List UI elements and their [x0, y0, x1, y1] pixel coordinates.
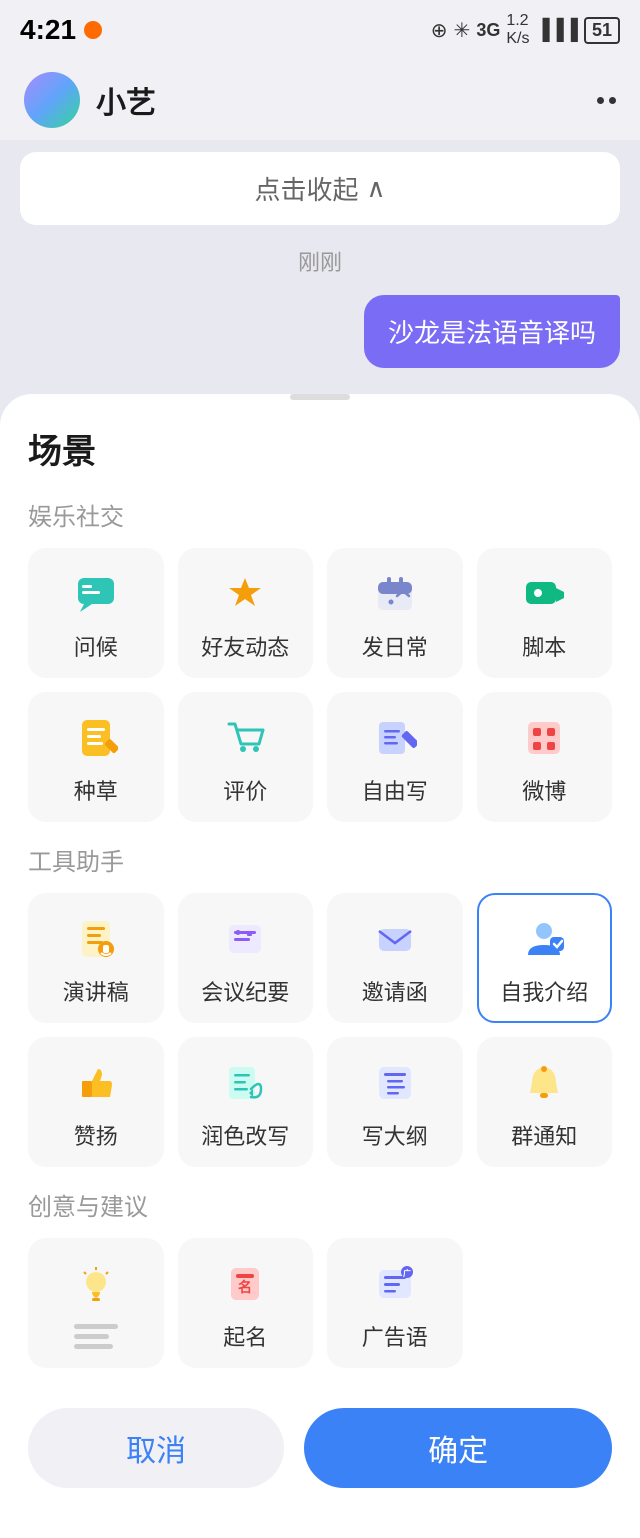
battery-icon: 51	[584, 17, 620, 44]
video-icon	[518, 568, 570, 620]
bottom-sheet: 场景 娱乐社交 问候 好友动态	[0, 394, 640, 1538]
chat-bubble-container: 沙龙是法语音译吗	[0, 285, 640, 378]
speed-icon: 1.2K/s	[506, 12, 529, 48]
meeting-icon	[219, 913, 271, 965]
time-display: 4:21	[20, 14, 76, 46]
chat-icon	[70, 568, 122, 620]
weibo-icon	[518, 712, 570, 764]
item-qiming[interactable]: 名 起名	[178, 1238, 314, 1368]
item-guanggao[interactable]: 广 广告语	[327, 1238, 463, 1368]
bell-icon	[518, 1057, 570, 1109]
calendar-icon	[369, 568, 421, 620]
item-label-ziyouxie: 自由写	[362, 774, 428, 806]
outline-icon	[369, 1057, 421, 1109]
ad-icon: 广	[369, 1258, 421, 1310]
item-label-dongtai: 好友动态	[201, 630, 289, 662]
app-header-left: 小艺	[24, 72, 156, 128]
person-icon	[518, 913, 570, 965]
item-zhongcao[interactable]: 种草	[28, 692, 164, 822]
item-label-jiaoben: 脚本	[522, 630, 566, 662]
item-dagang[interactable]: 写大纲	[327, 1037, 463, 1167]
item-label-zanyang: 赞扬	[74, 1119, 118, 1151]
creative-grid: 名 起名 广 广告语	[28, 1238, 612, 1368]
notification-dot	[84, 21, 102, 39]
status-time: 4:21	[20, 14, 102, 46]
item-zanyang[interactable]: 赞扬	[28, 1037, 164, 1167]
menu-dot-2	[609, 97, 616, 104]
status-bar: 4:21 ⊕ ✳ 3G 1.2K/s ▐▐▐ 51	[0, 0, 640, 60]
name-icon: 名	[219, 1258, 271, 1310]
collapse-button[interactable]: 点击收起 ∧	[20, 152, 620, 225]
collapse-icon: ∧	[366, 173, 385, 204]
edit-icon	[369, 712, 421, 764]
item-label-yaoqing: 邀请函	[362, 975, 428, 1007]
section-label-entertainment: 娱乐社交	[28, 497, 612, 532]
item-ziwo[interactable]: 自我介绍	[477, 893, 613, 1023]
section-label-tools: 工具助手	[28, 842, 612, 877]
item-yanjiang[interactable]: 演讲稿	[28, 893, 164, 1023]
collapse-label: 点击收起	[254, 170, 358, 207]
item-label-weibo: 微博	[522, 774, 566, 806]
item-label-dagang: 写大纲	[362, 1119, 428, 1151]
cancel-button[interactable]: 取消	[28, 1408, 284, 1488]
item-label-yanjiang: 演讲稿	[63, 975, 129, 1007]
item-wenhuo[interactable]: 问候	[28, 548, 164, 678]
item-quntongzhi[interactable]: 群通知	[477, 1037, 613, 1167]
cart-icon	[219, 712, 271, 764]
bluetooth-icon: ⊕	[431, 18, 448, 43]
chat-bubble: 沙龙是法语音译吗	[364, 295, 620, 368]
confirm-button[interactable]: 确定	[304, 1408, 612, 1488]
speech-icon	[70, 913, 122, 965]
wifi-icon: ▐▐▐	[535, 19, 578, 42]
star-icon	[219, 568, 271, 620]
item-runse[interactable]: 润色改写	[178, 1037, 314, 1167]
network-icon: 3G	[476, 20, 500, 41]
item-label-richang: 发日常	[362, 630, 428, 662]
sheet-handle	[290, 394, 350, 400]
avatar	[24, 72, 80, 128]
rewrite-icon	[219, 1057, 271, 1109]
item-jiaoben[interactable]: 脚本	[477, 548, 613, 678]
signal-icon: ✳	[454, 18, 471, 43]
menu-dot-1	[597, 97, 604, 104]
sheet-title: 场景	[28, 424, 612, 473]
entertainment-grid: 问候 好友动态 发日常	[28, 548, 612, 822]
app-name: 小艺	[96, 78, 156, 122]
tools-grid: 演讲稿 会议纪要 邀请函	[28, 893, 612, 1167]
item-label-pingjia: 评价	[223, 774, 267, 806]
item-label-qiming: 起名	[223, 1320, 267, 1352]
bulb-lines-icon	[70, 1262, 122, 1314]
item-yaoqing[interactable]: 邀请函	[327, 893, 463, 1023]
item-dongtai[interactable]: 好友动态	[178, 548, 314, 678]
app-header: 小艺	[0, 60, 640, 140]
menu-button[interactable]	[597, 97, 616, 104]
item-label-runse: 润色改写	[201, 1119, 289, 1151]
item-richang[interactable]: 发日常	[327, 548, 463, 678]
item-huiyi[interactable]: 会议纪要	[178, 893, 314, 1023]
item-label-quntongzhi: 群通知	[511, 1119, 577, 1151]
item-label-guanggao: 广告语	[362, 1320, 428, 1352]
item-label-huiyi: 会议纪要	[201, 975, 289, 1007]
timestamp: 刚刚	[0, 237, 640, 285]
item-label-wenhuo: 问候	[74, 630, 118, 662]
item-label-zhongcao: 种草	[74, 774, 118, 806]
item-weibo[interactable]: 微博	[477, 692, 613, 822]
lines-underlay	[74, 1324, 118, 1349]
status-icons: ⊕ ✳ 3G 1.2K/s ▐▐▐ 51	[431, 12, 620, 48]
letter-icon	[369, 913, 421, 965]
svg-text:名: 名	[238, 1279, 252, 1295]
item-pingjia[interactable]: 评价	[178, 692, 314, 822]
section-label-creative: 创意与建议	[28, 1187, 612, 1222]
note-icon	[70, 712, 122, 764]
chat-area: 点击收起 ∧ 刚刚 沙龙是法语音译吗	[0, 152, 640, 378]
item-ziyouxie[interactable]: 自由写	[327, 692, 463, 822]
bottom-buttons: 取消 确定	[28, 1388, 612, 1518]
item-creative-lines[interactable]	[28, 1238, 164, 1368]
thumb-icon	[70, 1057, 122, 1109]
item-label-ziwo: 自我介绍	[500, 975, 588, 1007]
svg-text:广: 广	[403, 1268, 411, 1278]
